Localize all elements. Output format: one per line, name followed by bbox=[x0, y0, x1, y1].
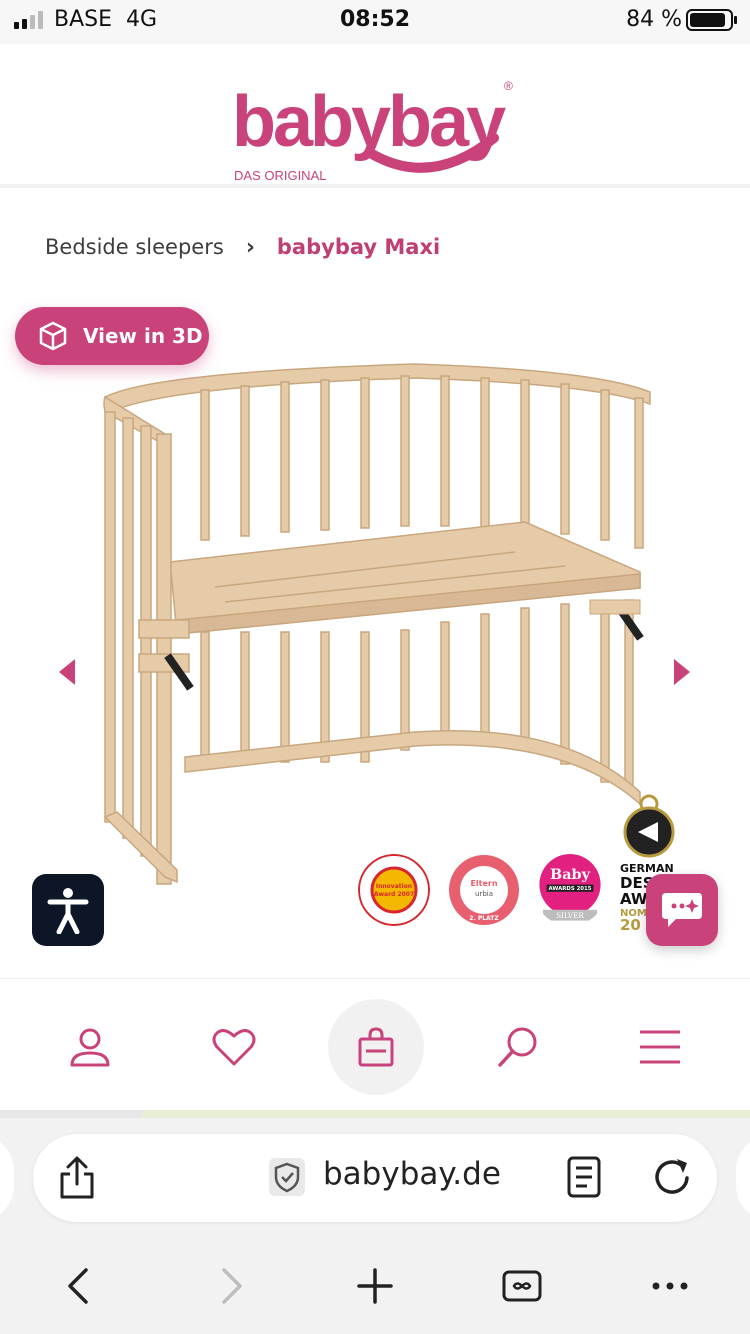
chat-button[interactable] bbox=[646, 874, 718, 946]
product-image[interactable] bbox=[95, 352, 655, 892]
page-load-progress bbox=[0, 1110, 750, 1118]
carousel-prev-arrow[interactable] bbox=[55, 655, 79, 689]
accessibility-button[interactable] bbox=[32, 874, 104, 946]
heart-icon bbox=[212, 1029, 256, 1066]
search-button[interactable] bbox=[470, 999, 566, 1095]
menu-button[interactable] bbox=[612, 999, 708, 1095]
accessibility-icon bbox=[47, 888, 89, 934]
svg-text:2. PLATZ: 2. PLATZ bbox=[469, 915, 499, 922]
breadcrumb: Bedside sleepers › babybay Maxi bbox=[45, 232, 440, 262]
breadcrumb-current: babybay Maxi bbox=[276, 235, 441, 259]
chat-icon bbox=[662, 893, 702, 927]
babybay-logo[interactable]: babybay ® DAS ORIGINAL bbox=[232, 76, 522, 184]
baby-awards-silver-badge: Baby AWARDS 2015 SILVER bbox=[539, 854, 601, 921]
more-options-icon[interactable] bbox=[648, 1264, 692, 1308]
tabs-icon[interactable] bbox=[500, 1264, 544, 1308]
svg-text:20: 20 bbox=[620, 916, 641, 932]
battery-percent: 84 % bbox=[626, 7, 682, 32]
svg-text:urbia: urbia bbox=[475, 890, 493, 898]
chevron-right-icon: › bbox=[245, 234, 255, 260]
svg-text:Innovation: Innovation bbox=[376, 883, 412, 890]
cart-button[interactable] bbox=[328, 999, 424, 1095]
carousel-next-arrow[interactable] bbox=[670, 655, 694, 689]
shopping-bag-icon bbox=[358, 1027, 394, 1067]
eltern-consumer-award-badge: Eltern urbia 2. PLATZ bbox=[449, 855, 519, 925]
privacy-shield-icon bbox=[269, 1158, 305, 1196]
account-icon bbox=[70, 1028, 110, 1067]
breadcrumb-parent-link[interactable]: Bedside sleepers bbox=[45, 235, 224, 259]
address-bar[interactable]: babybay.de bbox=[33, 1134, 717, 1222]
url-text: babybay.de bbox=[323, 1156, 501, 1192]
status-bar: BASE 4G 08:52 84 % bbox=[0, 0, 750, 44]
page: BASE 4G 08:52 84 % babybay ® DAS ORIGINA… bbox=[0, 0, 750, 1334]
forward-icon[interactable] bbox=[208, 1264, 252, 1308]
reload-icon[interactable] bbox=[651, 1156, 693, 1198]
reader-view-icon[interactable] bbox=[567, 1156, 601, 1198]
page-load-progress-fill bbox=[142, 1110, 750, 1118]
battery-icon bbox=[686, 9, 737, 31]
share-icon[interactable] bbox=[57, 1156, 97, 1200]
svg-text:®: ® bbox=[504, 79, 513, 93]
next-tab-preview[interactable] bbox=[736, 1134, 750, 1222]
wishlist-button[interactable] bbox=[186, 999, 282, 1095]
browser-chrome: babybay.de bbox=[0, 1118, 750, 1334]
svg-text:SILVER: SILVER bbox=[556, 911, 584, 920]
cube-icon bbox=[39, 321, 67, 351]
svg-text:AWARDS 2015: AWARDS 2015 bbox=[548, 886, 591, 892]
view-in-3d-label: View in 3D bbox=[83, 324, 203, 348]
menu-icon bbox=[640, 1030, 680, 1064]
svg-text:Baby: Baby bbox=[550, 866, 591, 883]
view-in-3d-button[interactable]: View in 3D bbox=[15, 307, 209, 365]
previous-tab-preview[interactable] bbox=[0, 1134, 14, 1222]
account-button[interactable] bbox=[42, 999, 138, 1095]
svg-text:DAS ORIGINAL: DAS ORIGINAL bbox=[234, 168, 326, 183]
svg-text:Award 2007: Award 2007 bbox=[374, 891, 414, 898]
back-icon[interactable] bbox=[58, 1264, 102, 1308]
kind-jugend-award-badge: Innovation Award 2007 bbox=[358, 854, 430, 926]
new-tab-plus-icon[interactable] bbox=[353, 1264, 397, 1308]
bottom-nav bbox=[0, 978, 750, 1110]
site-header: babybay ® DAS ORIGINAL bbox=[0, 58, 750, 188]
search-icon bbox=[498, 1027, 537, 1067]
svg-text:Eltern: Eltern bbox=[470, 879, 497, 888]
